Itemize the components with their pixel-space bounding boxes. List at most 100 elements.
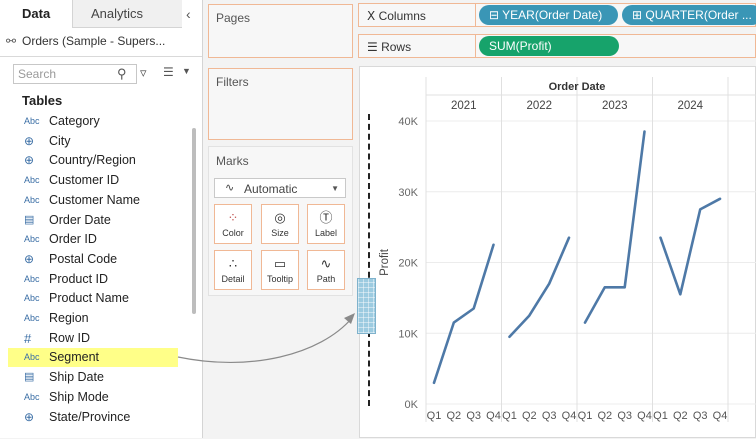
field-label: Ship Date xyxy=(49,370,104,385)
globe-icon: ⊕ xyxy=(24,153,35,168)
quarter-tick-label: Q4 xyxy=(486,410,501,422)
abc-icon: Abc xyxy=(24,293,40,304)
field-item[interactable]: ⊕ Postal Code xyxy=(8,250,198,269)
quarter-tick-label: Q4 xyxy=(713,410,728,422)
abc-icon: Abc xyxy=(24,313,40,323)
calendar-icon: ▤ xyxy=(24,213,35,226)
globe-icon: ⊕ xyxy=(24,409,35,424)
field-item[interactable]: ▤ Ship Date xyxy=(8,368,198,387)
abc-icon: Abc xyxy=(24,352,40,363)
field-item[interactable]: Abc Customer Name xyxy=(8,191,198,210)
field-label: State/Province xyxy=(49,409,131,424)
field-label: Customer Name xyxy=(49,192,140,207)
mark-button-label: Size xyxy=(271,228,289,238)
pill-quarter-order-date[interactable]: ⊞ QUARTER(Order ... xyxy=(622,5,756,25)
profit-line-chart: 0K 10K 20K 30K 40K Order Date 2021 Q1 Q2 Q3 Q4 2022… xyxy=(379,77,756,422)
mark-detail-button[interactable]: ∴ Detail xyxy=(214,250,252,290)
datasource-label: Orders (Sample - Supers... xyxy=(22,34,166,48)
y-tick-label: 40K xyxy=(398,116,418,128)
quarter-tick-label: Q2 xyxy=(446,410,461,422)
columns-icon: Ⅹ xyxy=(367,9,379,23)
pages-shelf[interactable]: Pages xyxy=(208,4,353,58)
abc-icon: Abc xyxy=(24,116,40,126)
year-header: 2023 xyxy=(602,100,628,112)
abc-icon: Abc xyxy=(24,391,40,402)
chevron-left-icon[interactable]: ‹ xyxy=(186,6,191,22)
view-options-icon[interactable]: ☰ xyxy=(163,65,174,79)
quarter-tick-label: Q4 xyxy=(562,410,577,422)
field-label: Order ID xyxy=(49,232,97,247)
pill-label: QUARTER(Order ... xyxy=(645,8,752,22)
field-item[interactable]: Abc Order ID xyxy=(8,230,198,249)
pill-year-order-date[interactable]: ⊟ YEAR(Order Date) xyxy=(479,5,618,25)
mark-tooltip-button[interactable]: ▭ Tooltip xyxy=(261,250,299,290)
field-item[interactable]: ⊕ State/Province xyxy=(8,408,198,427)
field-item[interactable]: ▤ Order Date xyxy=(8,211,198,230)
view-canvas[interactable]: 0K 10K 20K 30K 40K Order Date 2021 Q1 Q2 Q3 Q4 2022… xyxy=(359,66,756,438)
abc-icon: Abc xyxy=(24,175,40,186)
pill-label: SUM(Profit) xyxy=(489,39,552,53)
field-label: Category xyxy=(49,114,100,128)
y-tick-label: 0K xyxy=(405,399,419,411)
quarter-tick-label: Q4 xyxy=(637,410,652,422)
quarter-tick-label: Q1 xyxy=(578,410,593,422)
label-icon: Ⓣ xyxy=(319,210,333,225)
pill-label: YEAR(Order Date) xyxy=(502,8,603,22)
filters-shelf[interactable]: Filters xyxy=(208,68,353,140)
rows-label-text: Rows xyxy=(381,40,412,54)
field-item[interactable]: Abc Region xyxy=(8,309,198,328)
field-label: Product ID xyxy=(49,271,109,286)
mark-type-label: Automatic xyxy=(244,182,298,196)
field-item[interactable]: Abc Customer ID xyxy=(8,171,198,190)
mark-path-button[interactable]: ∿ Path xyxy=(307,250,345,290)
field-item[interactable]: Abc Segment xyxy=(8,348,178,368)
quarter-tick-label: Q1 xyxy=(502,410,517,422)
field-item[interactable]: Abc Product Name xyxy=(8,289,198,308)
field-label: Customer ID xyxy=(49,173,120,188)
field-item[interactable]: ⊕ Country/Region xyxy=(8,151,198,170)
field-item[interactable]: # Row ID xyxy=(8,329,198,348)
marks-title: Marks xyxy=(216,154,249,168)
mark-button-label: Label xyxy=(314,228,338,238)
rows-icon: ☰ xyxy=(367,40,382,54)
calendar-icon: ▤ xyxy=(24,371,35,384)
pill-sum-profit[interactable]: SUM(Profit) xyxy=(479,36,619,56)
filter-icon[interactable]: ▿ xyxy=(140,65,147,81)
pages-title: Pages xyxy=(216,11,251,25)
mark-label-button[interactable]: Ⓣ Label xyxy=(307,204,345,244)
field-label: Product Name xyxy=(49,291,129,306)
drop-target[interactable] xyxy=(357,278,376,334)
rows-shelf-label: ☰ Rows xyxy=(358,34,476,58)
field-item[interactable]: ⊕ City xyxy=(8,132,198,151)
abc-icon: Abc xyxy=(24,234,40,245)
chevron-down-icon[interactable]: ▼ xyxy=(182,66,191,76)
quarter-tick-label: Q3 xyxy=(542,410,557,422)
database-icon: ⚯ xyxy=(6,34,17,48)
tables-heading: Tables xyxy=(22,93,63,108)
quarter-tick-label: Q3 xyxy=(617,410,632,422)
mark-size-button[interactable]: ◎ Size xyxy=(261,204,299,244)
search-icon[interactable]: ⚲ xyxy=(117,66,127,82)
field-label: Country/Region xyxy=(49,153,136,168)
mark-color-button[interactable]: ⁘ Color xyxy=(214,204,252,244)
field-item[interactable]: Abc Category xyxy=(8,112,198,131)
scrollbar[interactable] xyxy=(192,128,196,314)
datasource-item[interactable]: ⚯ Orders (Sample - Supers... xyxy=(6,30,198,52)
year-header: 2022 xyxy=(526,100,552,112)
field-label: City xyxy=(49,133,71,148)
line-mark-icon: ∿ xyxy=(225,182,235,194)
drop-indicator-line xyxy=(368,114,370,406)
search-input[interactable] xyxy=(18,66,113,82)
globe-icon: ⊕ xyxy=(24,251,35,266)
tab-analytics[interactable]: Analytics xyxy=(72,0,182,28)
y-tick-label: 20K xyxy=(398,258,418,270)
tab-data[interactable]: Data xyxy=(0,0,72,28)
abc-icon: Abc xyxy=(24,194,40,205)
divider xyxy=(0,56,202,57)
filters-title: Filters xyxy=(216,75,249,89)
quarter-tick-label: Q2 xyxy=(597,410,612,422)
profit-line-2024 xyxy=(659,197,722,296)
mark-type-dropdown[interactable]: ∿ Automatic ▼ xyxy=(214,178,346,198)
field-item[interactable]: Abc Product ID xyxy=(8,270,198,289)
field-item[interactable]: Abc Ship Mode xyxy=(8,388,198,407)
